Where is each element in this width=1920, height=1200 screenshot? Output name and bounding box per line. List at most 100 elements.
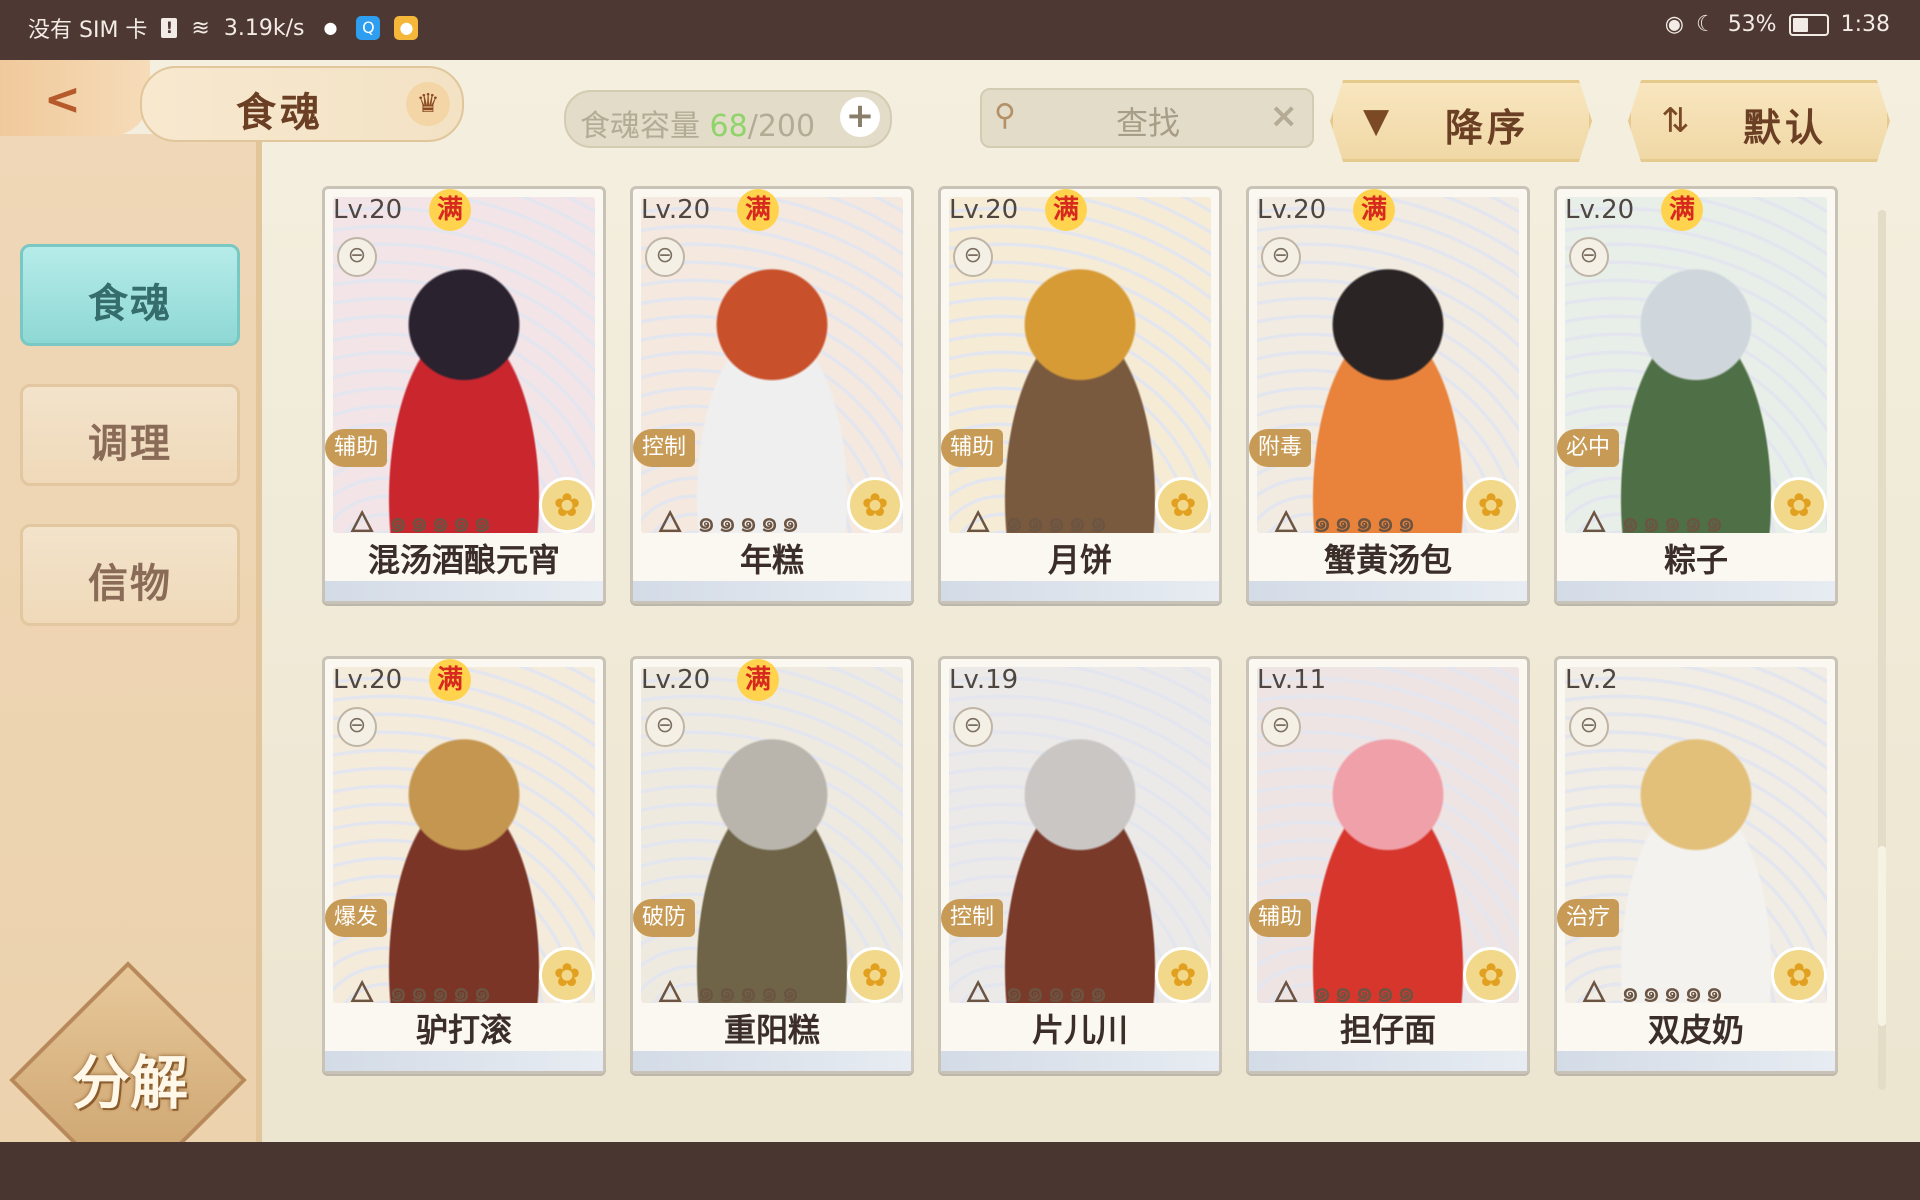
card-footer (941, 1051, 1219, 1071)
sort-mode-label: 默认 (1743, 106, 1828, 150)
tab-label: 信物 (88, 561, 172, 607)
back-arrow-icon: < (44, 74, 81, 125)
card-footer (1249, 581, 1527, 601)
sidebar: 食魂 调理 信物 分解 (0, 134, 262, 1199)
card-name: 混汤酒酿元宵 (367, 541, 560, 579)
role-badge: 辅助 (941, 429, 1003, 467)
food-soul-card[interactable]: Lv.20 满 ⊖ 控制 🜂 ๑๑๑๑๑ ✿ 年糕 (630, 186, 914, 604)
card-footer (941, 581, 1219, 601)
food-soul-card[interactable]: Lv.2 ⊖ 治疗 🜂 ๑๑๑๑๑ ✿ 双皮奶 (1554, 656, 1838, 1074)
do-not-disturb-icon: ☾ (1695, 12, 1716, 37)
level-label: Lv.20 (333, 195, 403, 225)
food-soul-card[interactable]: Lv.11 ⊖ 辅助 🜂 ๑๑๑๑๑ ✿ 担仔面 (1246, 656, 1530, 1074)
sort-swap-icon: ⇅ (1661, 101, 1690, 141)
card-name: 片儿川 (1031, 1011, 1128, 1049)
card-footer (633, 1051, 911, 1071)
capacity-max: /200 (747, 109, 816, 144)
scrollbar-thumb[interactable] (1878, 846, 1886, 1026)
tab-cooking[interactable]: 调理 (20, 384, 240, 486)
rarity-flower-icon: ✿ (1155, 947, 1211, 1003)
level-label: Lv.20 (333, 665, 403, 695)
clock: 1:38 (1840, 12, 1890, 37)
role-badge: 辅助 (325, 429, 387, 467)
rarity-flower-icon: ✿ (847, 477, 903, 533)
status-bar: 没有 SIM 卡 ! ≋ 3.19k/s ● Q ● ◉ ☾ 53% 1:38 (0, 0, 1920, 60)
qq-icon: ● (323, 18, 338, 37)
max-badge: 满 (1353, 189, 1395, 231)
add-capacity-button[interactable]: + (840, 97, 880, 137)
app-notification-icon: ● (394, 16, 419, 40)
decompose-label: 分解 (71, 1049, 188, 1117)
crown-icon[interactable]: ♛ (406, 82, 450, 126)
rarity-flower-icon: ✿ (1771, 947, 1827, 1003)
card-footer (325, 581, 603, 601)
food-soul-card[interactable]: Lv.19 ⊖ 控制 🜂 ๑๑๑๑๑ ✿ 片儿川 (938, 656, 1222, 1074)
food-soul-card[interactable]: Lv.20 满 ⊖ 辅助 🜂 ๑๑๑๑๑ ✿ 月饼 (938, 186, 1222, 604)
rarity-flower-icon: ✿ (847, 947, 903, 1003)
rarity-flower-icon: ✿ (1463, 477, 1519, 533)
element-icon: ⊖ (953, 237, 993, 277)
element-icon: ⊖ (1569, 707, 1609, 747)
sort-down-icon: ▼ (1363, 101, 1390, 141)
card-name: 双皮奶 (1647, 1011, 1744, 1049)
page-title-tab: 食魂 ♛ (140, 66, 464, 142)
tab-food-souls[interactable]: 食魂 (20, 244, 240, 346)
back-button[interactable]: < (0, 60, 150, 136)
tab-label: 调理 (88, 421, 172, 467)
role-badge: 破防 (633, 899, 695, 937)
level-label: Lv.20 (641, 195, 711, 225)
browser-icon: Q (356, 16, 381, 40)
role-badge: 辅助 (1249, 899, 1311, 937)
card-name: 重阳糕 (723, 1011, 820, 1049)
element-icon: ⊖ (1261, 707, 1301, 747)
top-bar: < 食魂 ♛ 食魂容量 68/200 + ⚲ 查找 × ▼ 降序 ⇅ 默认 (0, 60, 1920, 162)
element-icon: ⊖ (645, 707, 685, 747)
card-footer (325, 1051, 603, 1071)
search-placeholder: 查找 (1116, 104, 1181, 142)
max-badge: 满 (737, 659, 779, 701)
max-badge: 满 (429, 659, 471, 701)
capacity-text: 食魂容量 68/200 (580, 101, 815, 145)
eye-comfort-icon: ◉ (1664, 12, 1684, 37)
max-badge: 满 (1045, 189, 1087, 231)
max-badge: 满 (737, 189, 779, 231)
food-soul-card[interactable]: Lv.20 满 ⊖ 必中 🜂 ๑๑๑๑๑ ✿ 粽子 (1554, 186, 1838, 604)
card-name: 年糕 (739, 541, 804, 579)
game-screen: 食魂 调理 信物 分解 < 食魂 ♛ 食魂容量 68/200 + ⚲ 查找 × (0, 60, 1920, 1199)
search-icon: ⚲ (994, 98, 1016, 133)
battery-icon (1788, 13, 1829, 36)
card-footer (1557, 1051, 1835, 1071)
card-footer (633, 581, 911, 601)
card-footer (1249, 1051, 1527, 1071)
food-soul-card[interactable]: Lv.20 满 ⊖ 辅助 🜂 ๑๑๑๑๑ ✿ 混汤酒酿元宵 (322, 186, 606, 604)
element-icon: ⊖ (337, 237, 377, 277)
search-field[interactable]: ⚲ 查找 × (980, 88, 1314, 148)
clear-search-icon[interactable]: × (1270, 96, 1299, 136)
level-label: Lv.19 (949, 665, 1019, 695)
level-label: Lv.20 (641, 665, 711, 695)
role-badge: 附毒 (1249, 429, 1311, 467)
food-soul-card[interactable]: Lv.20 满 ⊖ 附毒 🜂 ๑๑๑๑๑ ✿ 蟹黄汤包 (1246, 186, 1530, 604)
level-label: Lv.20 (1565, 195, 1635, 225)
sort-mode-button[interactable]: ⇅ 默认 (1628, 80, 1890, 162)
level-label: Lv.20 (949, 195, 1019, 225)
card-name: 粽子 (1663, 541, 1728, 579)
role-badge: 必中 (1557, 429, 1619, 467)
battery-percent: 53% (1727, 12, 1777, 37)
carrier-text: 没有 SIM 卡 (28, 18, 148, 43)
element-icon: ⊖ (645, 237, 685, 277)
card-name: 担仔面 (1339, 1011, 1436, 1049)
network-speed: 3.19k/s (223, 15, 305, 41)
role-badge: 控制 (941, 899, 1003, 937)
capacity-current: 68 (709, 109, 748, 144)
food-soul-card[interactable]: Lv.20 满 ⊖ 爆发 🜂 ๑๑๑๑๑ ✿ 驴打滚 (322, 656, 606, 1074)
food-soul-card[interactable]: Lv.20 满 ⊖ 破防 🜂 ๑๑๑๑๑ ✿ 重阳糕 (630, 656, 914, 1074)
role-badge: 治疗 (1557, 899, 1619, 937)
capacity-label: 食魂容量 (580, 109, 700, 144)
rarity-flower-icon: ✿ (1155, 477, 1211, 533)
tab-tokens[interactable]: 信物 (20, 524, 240, 626)
role-badge: 爆发 (325, 899, 387, 937)
card-name: 月饼 (1047, 541, 1112, 579)
max-badge: 满 (429, 189, 471, 231)
sort-order-button[interactable]: ▼ 降序 (1330, 80, 1592, 162)
